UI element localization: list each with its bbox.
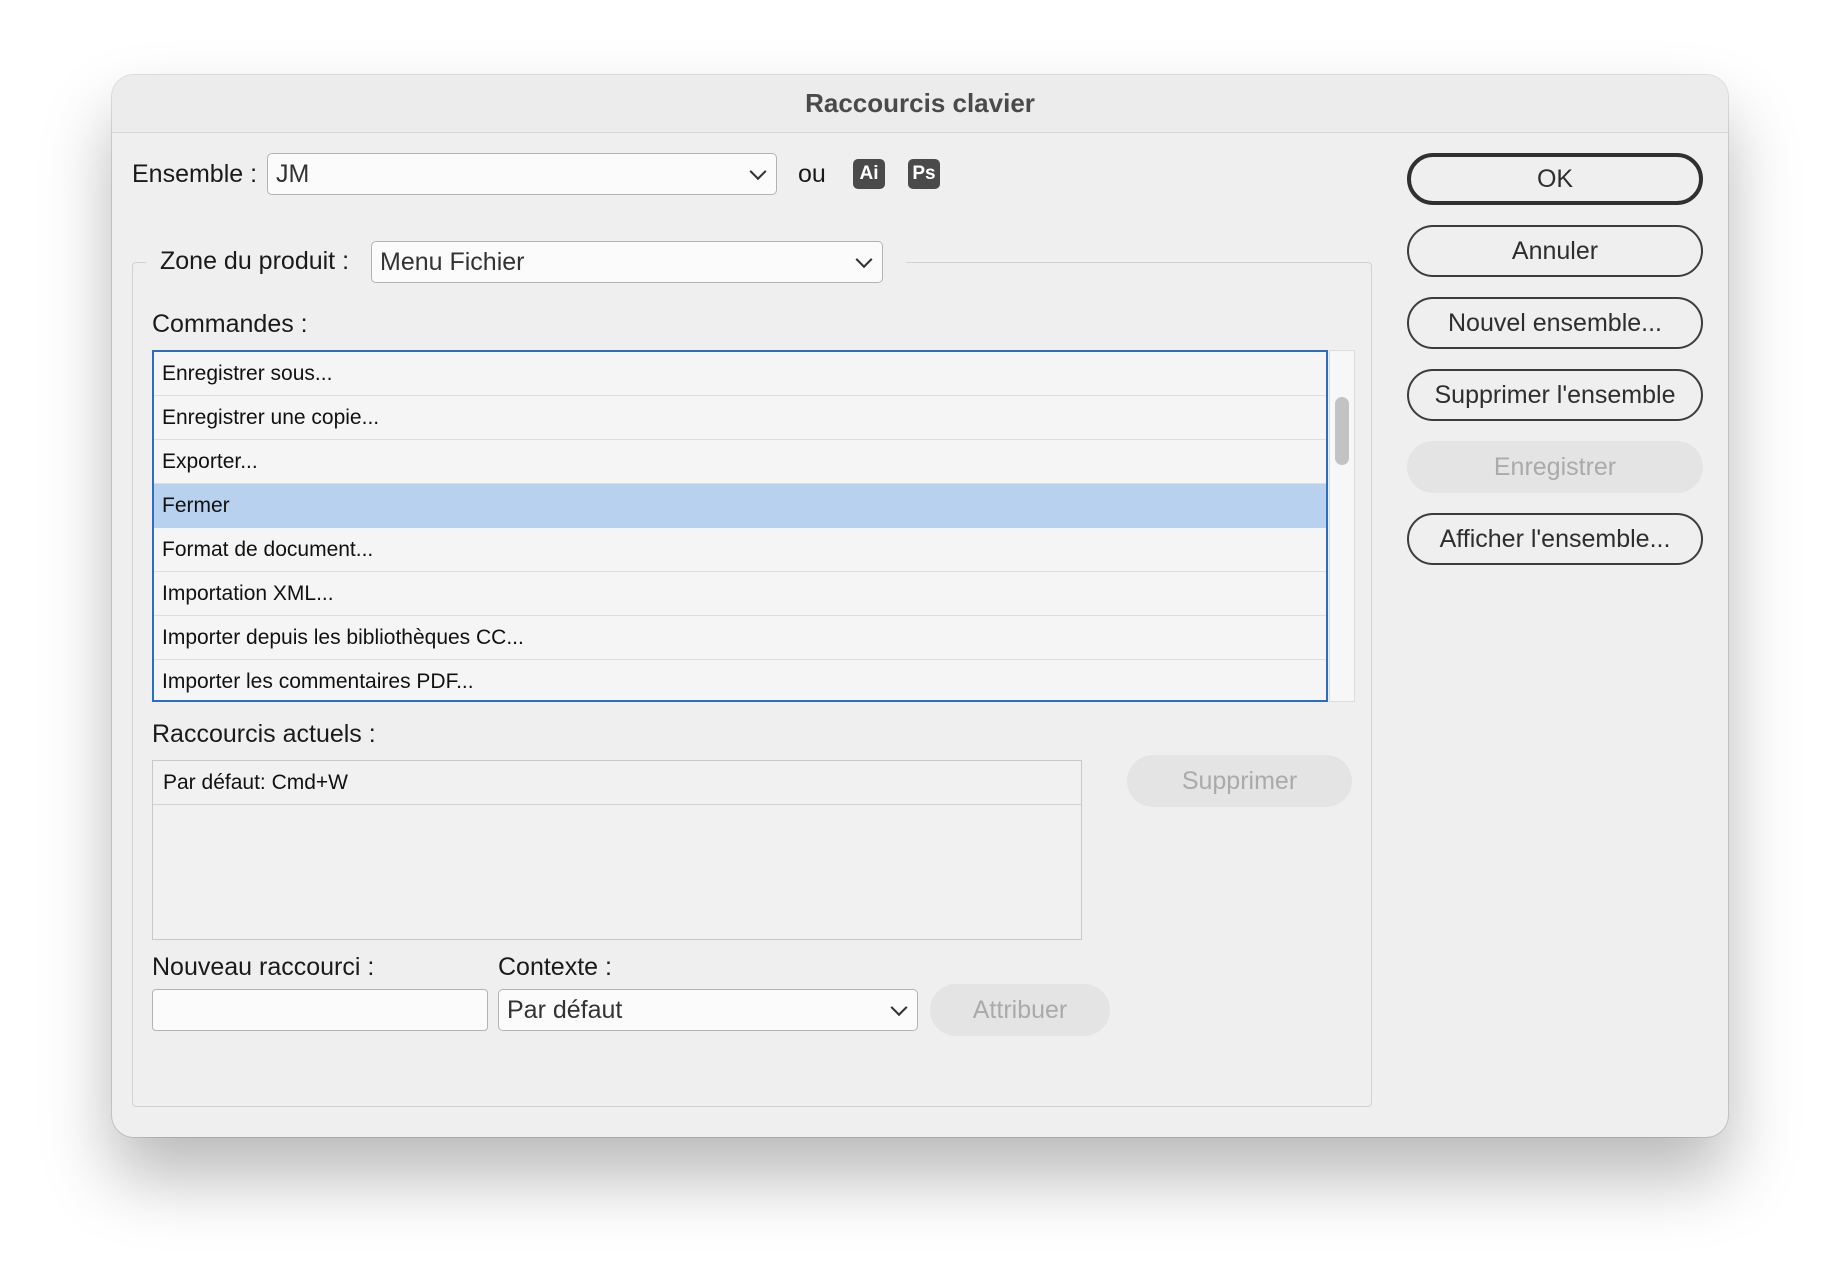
new-shortcut-label: Nouveau raccourci : [152, 953, 375, 981]
show-set-button[interactable]: Afficher l'ensemble... [1407, 513, 1703, 565]
or-label: ou [798, 160, 826, 188]
ensemble-select-value: JM [276, 160, 310, 188]
list-item-selected[interactable]: Fermer [154, 484, 1326, 528]
assign-button[interactable]: Attribuer [930, 984, 1110, 1036]
current-shortcuts-list[interactable]: Par défaut: Cmd+W [152, 760, 1082, 940]
list-item[interactable]: Enregistrer une copie... [154, 396, 1326, 440]
commands-label: Commandes : [152, 310, 308, 338]
commands-scrollbar[interactable] [1329, 350, 1355, 702]
zone-select[interactable]: Menu Fichier [371, 241, 883, 283]
commands-list[interactable]: Enregistrer sous... Enregistrer une copi… [152, 350, 1328, 702]
dialog-title: Raccourcis clavier [112, 75, 1728, 133]
list-item[interactable]: Importation XML... [154, 572, 1326, 616]
delete-set-button[interactable]: Supprimer l'ensemble [1407, 369, 1703, 421]
photoshop-icon[interactable]: Ps [908, 159, 940, 189]
context-label: Contexte : [498, 953, 612, 981]
context-select[interactable]: Par défaut [498, 989, 918, 1031]
delete-shortcut-button[interactable]: Supprimer [1127, 755, 1352, 807]
new-shortcut-input[interactable] [152, 989, 488, 1031]
current-shortcuts-label: Raccourcis actuels : [152, 720, 376, 748]
zone-select-value: Menu Fichier [380, 248, 525, 276]
ok-button[interactable]: OK [1407, 153, 1703, 205]
cancel-button[interactable]: Annuler [1407, 225, 1703, 277]
chevron-down-icon [890, 999, 908, 1017]
list-item[interactable]: Exporter... [154, 440, 1326, 484]
list-item[interactable]: Format de document... [154, 528, 1326, 572]
context-select-value: Par défaut [507, 996, 623, 1024]
list-item[interactable]: Importer les commentaires PDF... [154, 660, 1326, 700]
zone-label: Zone du produit : [160, 247, 350, 275]
list-item[interactable]: Enregistrer sous... [154, 352, 1326, 396]
ensemble-select[interactable]: JM [267, 153, 777, 195]
chevron-down-icon [749, 163, 767, 181]
ensemble-label: Ensemble : [132, 160, 258, 188]
save-button[interactable]: Enregistrer [1407, 441, 1703, 493]
new-set-button[interactable]: Nouvel ensemble... [1407, 297, 1703, 349]
list-item[interactable]: Importer depuis les bibliothèques CC... [154, 616, 1326, 660]
keyboard-shortcuts-dialog: Raccourcis clavier Ensemble : JM ou Ai P… [112, 75, 1728, 1137]
chevron-down-icon [855, 251, 873, 269]
scrollbar-thumb[interactable] [1335, 397, 1349, 465]
illustrator-icon[interactable]: Ai [853, 159, 885, 189]
list-item[interactable]: Par défaut: Cmd+W [153, 761, 1081, 805]
